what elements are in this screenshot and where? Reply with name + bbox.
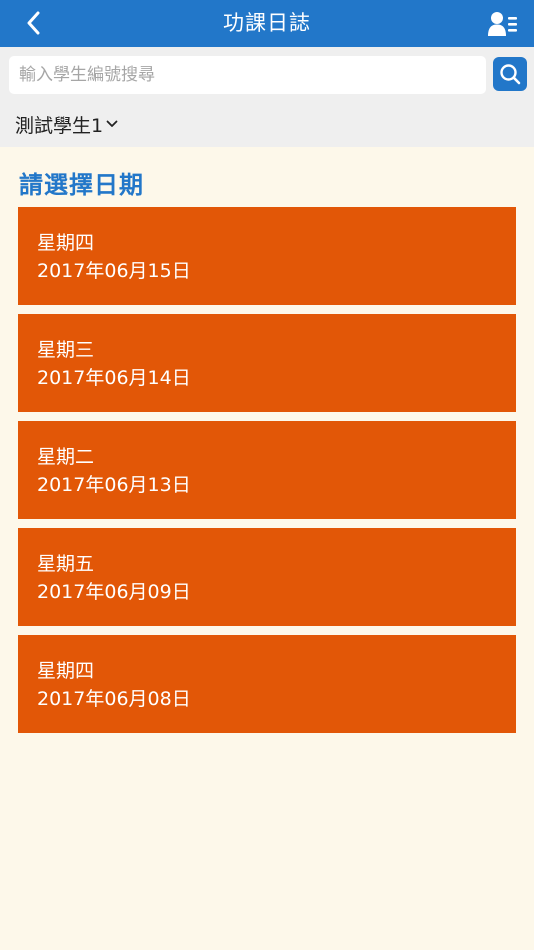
date-list-item[interactable]: 星期四 2017年06月08日 (18, 635, 516, 733)
student-list-button[interactable] (486, 8, 520, 40)
date-label: 2017年06月15日 (37, 260, 191, 282)
chevron-left-icon (27, 11, 40, 35)
weekday-label: 星期三 (37, 339, 95, 361)
search-button[interactable] (493, 57, 527, 91)
weekday-label: 星期四 (37, 232, 95, 254)
date-list-item[interactable]: 星期三 2017年06月14日 (18, 314, 516, 412)
date-label: 2017年06月09日 (37, 581, 191, 603)
search-area: 測試學生1 (0, 47, 534, 147)
app-screen: 功課日誌 測試學生1 請 (0, 0, 534, 950)
section-title: 請選擇日期 (19, 171, 144, 199)
user-list-icon (488, 12, 517, 36)
weekday-label: 星期四 (37, 660, 95, 682)
weekday-label: 星期二 (37, 446, 95, 468)
date-list-item[interactable]: 星期五 2017年06月09日 (18, 528, 516, 626)
date-list-item[interactable]: 星期二 2017年06月13日 (18, 421, 516, 519)
search-icon (500, 64, 521, 85)
student-search-input[interactable] (9, 56, 486, 94)
date-list-item[interactable]: 星期四 2017年06月15日 (18, 207, 516, 305)
selected-student: 測試學生1 (15, 114, 104, 137)
date-label: 2017年06月08日 (37, 688, 191, 710)
date-label: 2017年06月13日 (37, 474, 191, 496)
chevron-down-icon (106, 120, 118, 128)
back-button[interactable] (18, 8, 48, 38)
page-title: 功課日誌 (223, 11, 311, 35)
weekday-label: 星期五 (37, 553, 95, 575)
top-bar: 功課日誌 (0, 0, 534, 47)
date-label: 2017年06月14日 (37, 367, 191, 389)
student-selector[interactable]: 測試學生1 (15, 110, 118, 138)
date-list: 星期四 2017年06月15日 星期三 2017年06月14日 星期二 2017… (18, 207, 516, 742)
